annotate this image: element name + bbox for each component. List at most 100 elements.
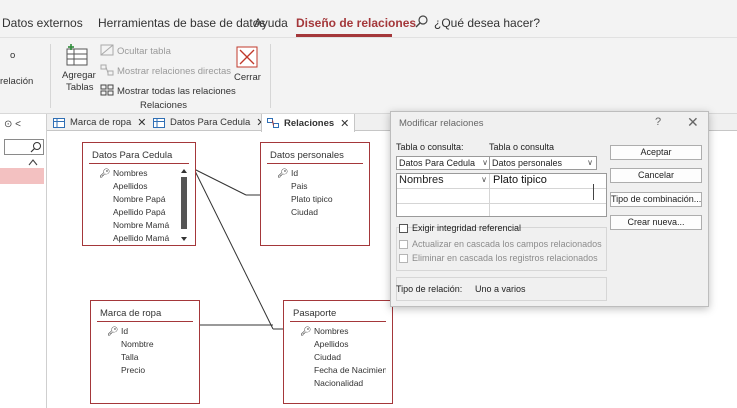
field-talla[interactable]: Talla: [97, 351, 193, 364]
all-relationships-button[interactable]: Mostrar todas las relaciones: [117, 86, 236, 97]
field-mapping-grid[interactable]: Nombres ∨ Plato tipico: [396, 173, 607, 217]
nav-search-input[interactable]: [4, 139, 44, 155]
field-nombres[interactable]: 🔑︎ Nombres: [89, 167, 179, 180]
tab-relationship-design[interactable]: Diseño de relaciones: [296, 16, 416, 30]
close-icon[interactable]: [236, 46, 258, 68]
chevron-down-icon: ∨: [482, 158, 488, 167]
integrity-group: [396, 227, 607, 271]
title-divider: [97, 321, 193, 322]
direct-relationships-icon: [100, 64, 114, 76]
field-apellidos[interactable]: Apellidos: [290, 338, 386, 351]
dialog-title: Modificar relaciones: [399, 118, 484, 129]
grid-scrollbar[interactable]: [593, 184, 594, 200]
title-divider: [290, 321, 386, 322]
field-plato-tipico[interactable]: Plato tipico: [267, 193, 363, 206]
navigation-pane: ⊙ <: [0, 114, 47, 408]
ribbon-divider: [270, 44, 271, 108]
primary-key-icon: 🔑︎: [99, 168, 111, 178]
table-icon: [153, 117, 165, 128]
doc-tab-marca-de-ropa[interactable]: Marca de ropa ✕: [53, 114, 146, 131]
ribbon-divider: [50, 44, 51, 108]
accept-button[interactable]: Aceptar: [610, 145, 702, 160]
relationship-type-label: Tipo de relación:: [396, 284, 463, 294]
field-fecha-de-nacimiento[interactable]: Fecha de Nacimiento: [290, 364, 386, 377]
hide-table-icon: [100, 44, 114, 56]
active-tab-underline: [296, 34, 392, 37]
field-id[interactable]: 🔑︎ Id: [97, 325, 193, 338]
nav-collapse-chevron[interactable]: ⊙ <: [4, 119, 21, 130]
cascade-delete-checkbox[interactable]: Eliminar en cascada los registros relaci…: [399, 253, 598, 263]
field-left-select[interactable]: Nombres ∨: [397, 174, 490, 188]
field-nombre-mama[interactable]: Nombre Mamá: [89, 219, 179, 232]
table-pasaporte[interactable]: Pasaporte 🔑︎ Nombres Apellidos Ciudad Fec…: [283, 300, 393, 404]
field-id[interactable]: 🔑︎ Id: [267, 167, 363, 180]
primary-key-icon: 🔑︎: [277, 168, 289, 178]
field-apellido-papa[interactable]: Apellido Papá: [89, 206, 179, 219]
search-icon: [415, 15, 428, 28]
doc-tab-relaciones[interactable]: Relaciones ✕: [261, 114, 356, 132]
cascade-update-checkbox[interactable]: Actualizar en cascada los campos relacio…: [399, 239, 602, 249]
enforce-integrity-checkbox[interactable]: Exigir integridad referencial: [399, 223, 521, 233]
close-icon[interactable]: ✕: [340, 117, 349, 130]
search-icon: [30, 142, 41, 153]
field-right-select[interactable]: Plato tipico: [493, 174, 547, 186]
ribbon-body: o relación Agregar Tablas Ocultar tabla …: [0, 38, 737, 114]
create-new-button[interactable]: Crear nueva...: [610, 215, 702, 230]
primary-key-icon: 🔑︎: [107, 326, 119, 336]
join-type-button[interactable]: Tipo de combinación...: [610, 192, 702, 207]
table-title: Marca de ropa: [100, 308, 162, 319]
field-pais[interactable]: Pais: [267, 180, 363, 193]
doc-tab-label: Datos Para Cedula: [170, 117, 251, 128]
tab-database-tools[interactable]: Herramientas de base de datos: [98, 16, 265, 30]
add-tables-icon[interactable]: [64, 44, 90, 66]
field-ciudad[interactable]: Ciudad: [290, 351, 386, 364]
related-table-select[interactable]: Datos personales ∨: [489, 156, 597, 170]
related-table-label: Tabla o consulta: [489, 142, 555, 152]
cancel-button[interactable]: Cancelar: [610, 168, 702, 183]
help-icon[interactable]: ?: [655, 116, 661, 128]
relationship-type-value: Uno a varios: [475, 284, 526, 294]
ribbon-tab-bar: Datos externos Herramientas de base de d…: [0, 0, 737, 38]
all-relationships-icon: [100, 84, 114, 96]
table-select[interactable]: Datos Para Cedula ∨: [396, 156, 492, 170]
field-apellidos[interactable]: Apellidos: [89, 180, 179, 193]
edit-relationships-label[interactable]: relación: [0, 76, 33, 87]
field-apellido-mama[interactable]: Apellido Mamá: [89, 232, 179, 245]
doc-tab-datos-para-cedula[interactable]: Datos Para Cedula ✕: [153, 114, 266, 131]
field-nacionalidad[interactable]: Nacionalidad: [290, 377, 386, 390]
add-tables-label-2[interactable]: Tablas: [66, 82, 93, 93]
close-button-label[interactable]: Cerrar: [234, 72, 261, 83]
direct-relationships-button[interactable]: Mostrar relaciones directas: [117, 66, 231, 77]
primary-key-icon: 🔑︎: [300, 326, 312, 336]
chevron-down-icon: ∨: [481, 175, 487, 184]
field-nombres[interactable]: 🔑︎ Nombres: [290, 325, 386, 338]
hide-table-button[interactable]: Ocultar tabla: [117, 46, 171, 57]
chevron-up-icon[interactable]: [28, 158, 38, 166]
tab-help[interactable]: Ayuda: [254, 16, 288, 30]
ribbon-cut-label-1: o: [10, 50, 16, 61]
close-icon[interactable]: ✕: [687, 114, 699, 131]
tell-me-box[interactable]: ¿Qué desea hacer?: [434, 16, 540, 30]
field-nombtre[interactable]: Nombtre: [97, 338, 193, 351]
add-tables-label-1[interactable]: Agregar: [62, 70, 96, 81]
table-marca-de-ropa[interactable]: Marca de ropa 🔑︎ Id Nombtre Talla Precio: [90, 300, 200, 404]
tab-external-data[interactable]: Datos externos: [2, 16, 83, 30]
table-datos-personales[interactable]: Datos personales 🔑︎ Id Pais Plato tipico …: [260, 142, 370, 246]
close-icon[interactable]: ✕: [137, 116, 146, 129]
doc-tab-label: Marca de ropa: [70, 117, 132, 128]
table-title: Pasaporte: [293, 308, 337, 319]
field-ciudad[interactable]: Ciudad: [267, 206, 363, 219]
table-label: Tabla o consulta:: [396, 142, 464, 152]
table-title: Datos personales: [270, 150, 344, 161]
title-divider: [89, 163, 189, 164]
ribbon-group-label: Relaciones: [140, 100, 187, 111]
doc-tab-label: Relaciones: [284, 117, 335, 129]
nav-selected-object[interactable]: [0, 168, 44, 184]
relationships-icon: [267, 118, 279, 128]
field-list-scrollbar[interactable]: [179, 167, 189, 245]
table-datos-para-cedula[interactable]: Datos Para Cedula 🔑︎ Nombres Apellidos No…: [82, 142, 196, 246]
table-title: Datos Para Cedula: [92, 150, 173, 161]
field-nombre-papa[interactable]: Nombre Papá: [89, 193, 179, 206]
title-divider: [267, 163, 363, 164]
field-precio[interactable]: Precio: [97, 364, 193, 377]
